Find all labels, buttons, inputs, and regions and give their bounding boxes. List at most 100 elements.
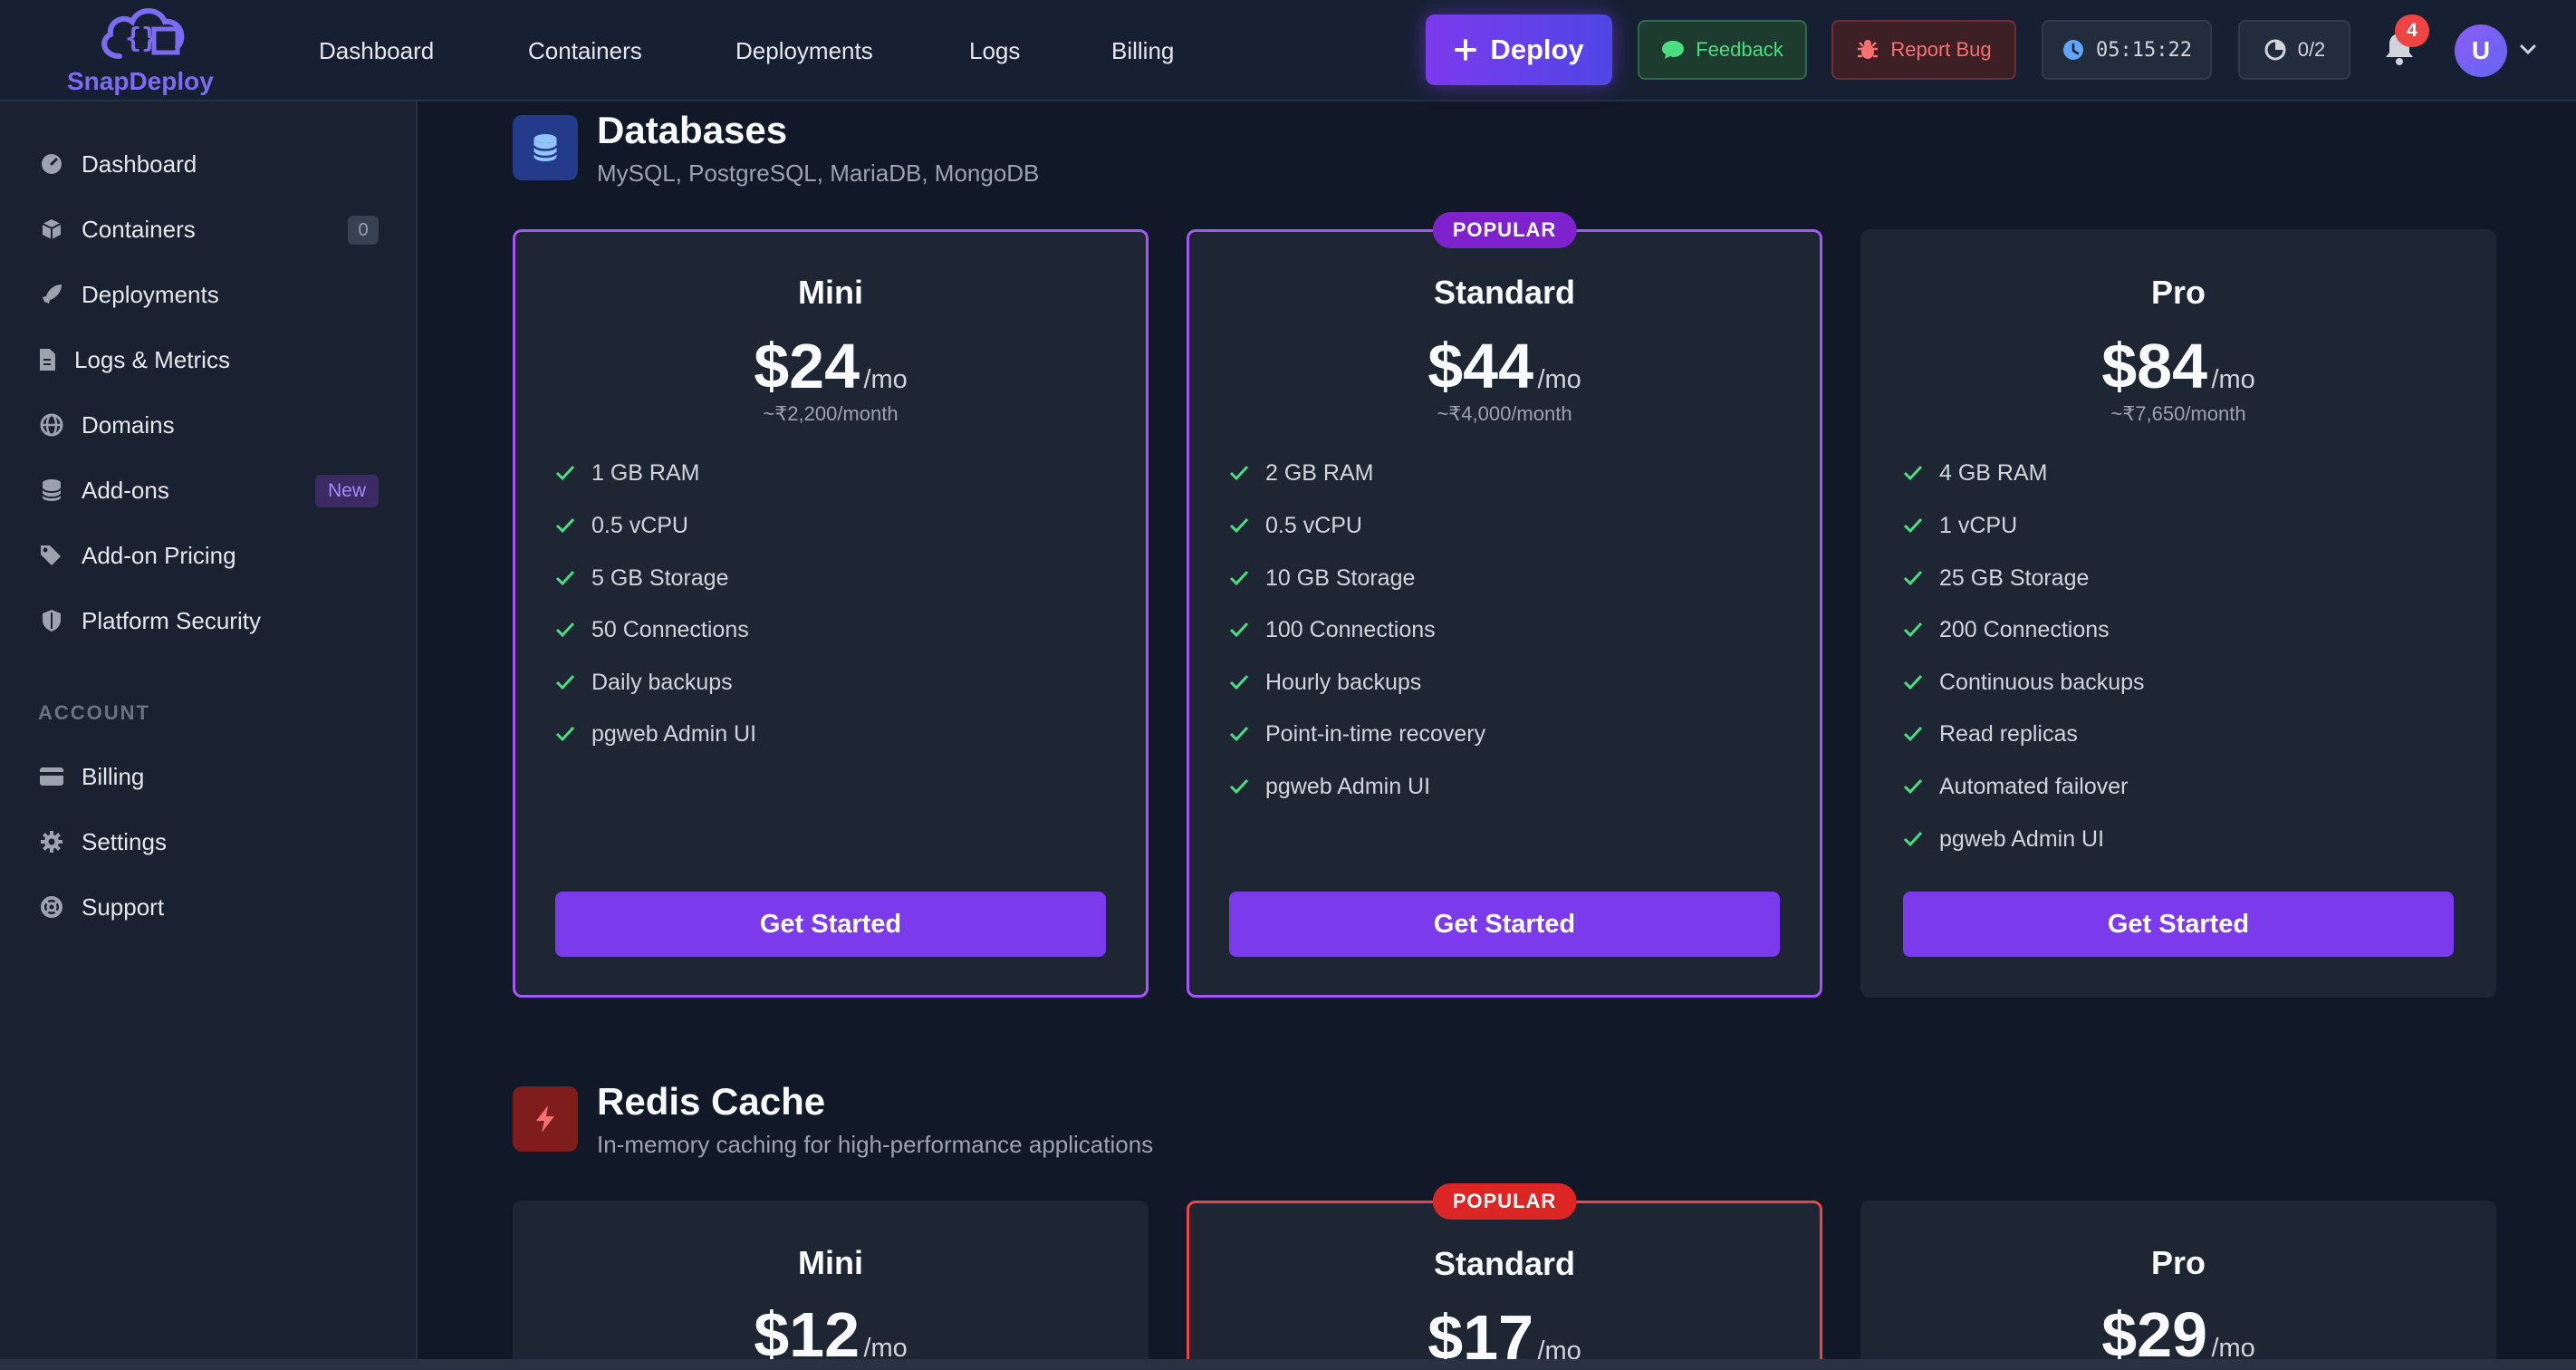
sidebar-item-label: Support	[82, 892, 165, 921]
plan-name: Mini	[798, 274, 863, 311]
topnav-dashboard[interactable]: Dashboard	[319, 0, 434, 101]
chat-bubble-icon	[1662, 41, 1685, 59]
sidebar-item-settings[interactable]: Settings	[38, 819, 379, 864]
feature-item: 1 vCPU	[1903, 507, 2017, 544]
plan-inr-price: ~₹4,000/month	[1437, 402, 1572, 425]
check-icon	[1229, 622, 1249, 638]
timer-value: 05:15:22	[2096, 38, 2192, 62]
redis-plan-card-standard: POPULAR Standard $17 /mo	[1187, 1183, 1822, 1370]
feature-text: 50 Connections	[591, 616, 749, 642]
quota-value: 0/2	[2297, 38, 2326, 61]
check-icon	[1229, 778, 1249, 795]
redis-section-icon	[513, 1086, 578, 1152]
feedback-label: Feedback	[1696, 38, 1783, 61]
sidebar-item-logs[interactable]: Logs & Metrics	[38, 337, 379, 382]
clock-icon	[2063, 40, 2084, 60]
report-bug-button[interactable]: Report Bug	[1831, 20, 2016, 80]
deploy-button-label: Deploy	[1490, 34, 1584, 65]
tags-icon	[41, 545, 61, 565]
databases-title: Databases	[597, 109, 788, 151]
sidebar-item-addon-pricing[interactable]: Add-on Pricing	[38, 533, 379, 578]
feature-text: 10 GB Storage	[1265, 564, 1416, 591]
price-period: /mo	[863, 365, 908, 394]
sidebar-item-label: Add-ons	[82, 476, 169, 504]
plan-price: $24 /mo	[515, 330, 1146, 402]
feature-item: 2 GB RAM	[1229, 455, 1373, 491]
sidebar-item-containers[interactable]: Containers 0	[38, 207, 379, 252]
pie-chart-icon	[2264, 39, 2286, 61]
sidebar-item-domains[interactable]: Domains	[38, 402, 379, 448]
feature-item: 100 Connections	[1229, 612, 1436, 648]
feature-text: Hourly backups	[1265, 669, 1422, 695]
feature-text: 1 vCPU	[1939, 512, 2018, 538]
price-amount: $24	[754, 331, 860, 401]
topnav-billing[interactable]: Billing	[1111, 0, 1174, 101]
sidebar-item-addons[interactable]: Add-ons New	[38, 468, 379, 513]
sidebar-item-billing[interactable]: Billing	[38, 754, 379, 799]
topnav-containers[interactable]: Containers	[528, 0, 642, 101]
gauge-icon	[42, 154, 62, 174]
check-icon	[1229, 465, 1249, 481]
sidebar-item-label: Platform Security	[82, 606, 261, 634]
get-started-button[interactable]: Get Started	[1903, 892, 2454, 957]
feature-item: Continuous backups	[1903, 664, 2145, 700]
feature-text: 4 GB RAM	[1939, 459, 2048, 486]
get-started-button[interactable]: Get Started	[555, 892, 1106, 957]
databases-section-icon	[513, 115, 578, 180]
sidebar-item-support[interactable]: Support	[38, 884, 379, 930]
feature-text: Point-in-time recovery	[1265, 720, 1486, 747]
feature-item: 200 Connections	[1903, 612, 2110, 648]
feature-text: 2 GB RAM	[1265, 459, 1374, 486]
bolt-icon	[536, 1105, 554, 1133]
check-icon	[1903, 674, 1923, 690]
check-icon	[1903, 622, 1923, 638]
price-period: /mo	[1537, 365, 1581, 394]
feature-item: 0.5 vCPU	[1229, 507, 1362, 544]
feature-item: 5 GB Storage	[555, 560, 728, 596]
shield-icon	[43, 610, 61, 632]
check-icon	[1903, 517, 1923, 534]
price-period: /mo	[2211, 365, 2255, 394]
feature-text: 100 Connections	[1265, 616, 1436, 642]
check-icon	[1903, 778, 1923, 795]
feedback-button[interactable]: Feedback	[1638, 20, 1807, 80]
brand-logo[interactable]: {} SnapDeploy	[63, 0, 226, 101]
check-icon	[1229, 726, 1249, 742]
feature-text: 0.5 vCPU	[591, 512, 688, 538]
feature-item: Read replicas	[1903, 716, 2078, 752]
check-icon	[555, 622, 575, 638]
feature-text: 5 GB Storage	[591, 564, 729, 591]
topnav-deployments[interactable]: Deployments	[735, 0, 873, 101]
redis-plan-card-mini: Mini $12 /mo	[513, 1201, 1149, 1370]
chevron-down-icon[interactable]	[2518, 40, 2538, 60]
feature-text: pgweb Admin UI	[591, 720, 757, 747]
account-heading: ACCOUNT	[38, 701, 150, 724]
feature-text: Continuous backups	[1939, 669, 2145, 695]
feature-text: Daily backups	[591, 669, 733, 695]
check-icon	[1229, 517, 1249, 534]
feature-item: 25 GB Storage	[1903, 560, 2089, 596]
database-icon	[533, 134, 558, 161]
feature-text: 0.5 vCPU	[1265, 512, 1362, 538]
get-started-button[interactable]: Get Started	[1229, 892, 1780, 957]
plan-name: Standard	[1433, 274, 1576, 311]
plan-name: Mini	[798, 1244, 863, 1281]
lifebuoy-icon	[41, 896, 62, 918]
topnav-logs[interactable]: Logs	[969, 0, 1020, 101]
sidebar-item-platform-security[interactable]: Platform Security	[38, 598, 379, 643]
sidebar-item-dashboard[interactable]: Dashboard	[38, 141, 379, 187]
sidebar-item-label: Billing	[82, 762, 145, 790]
cube-icon	[42, 219, 62, 239]
quota-indicator[interactable]: 0/2	[2238, 20, 2350, 80]
check-icon	[1229, 570, 1249, 586]
check-icon	[1229, 674, 1249, 690]
avatar[interactable]: U	[2455, 24, 2507, 77]
deploy-button[interactable]: Deploy	[1426, 14, 1612, 85]
feature-item: Point-in-time recovery	[1229, 716, 1485, 752]
popular-badge: POPULAR	[1432, 1183, 1577, 1220]
feature-item: 10 GB Storage	[1229, 560, 1415, 596]
sidebar-item-deployments[interactable]: Deployments	[38, 272, 379, 317]
redis-plan-card-pro: Pro $29 /mo	[1860, 1201, 2496, 1370]
feature-text: Automated failover	[1939, 773, 2129, 799]
check-icon	[555, 570, 575, 586]
